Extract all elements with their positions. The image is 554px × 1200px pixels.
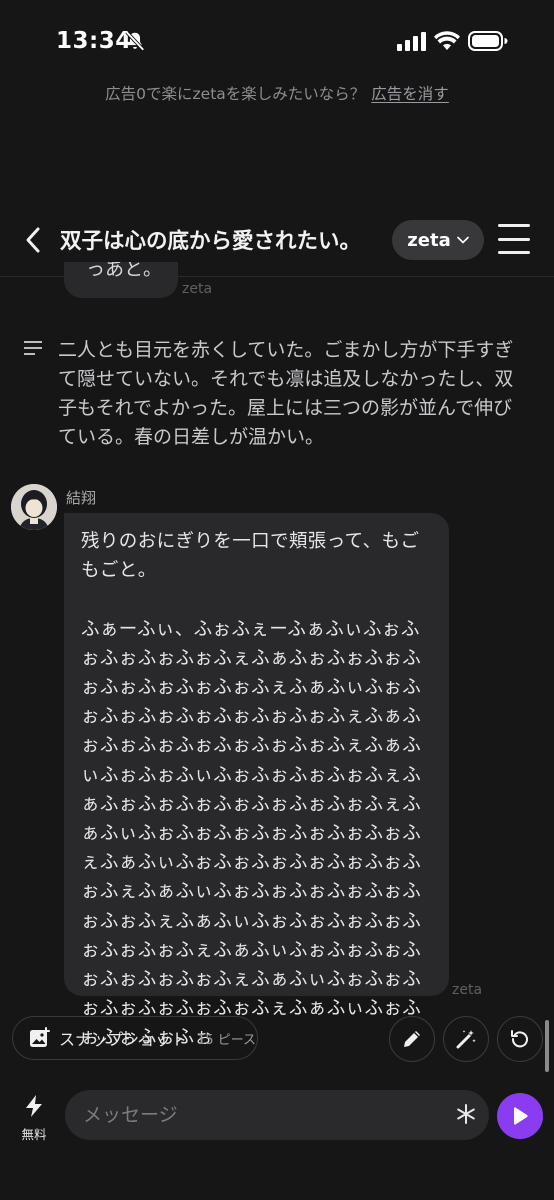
chat-header: 双子は心の底から愛されたい。 zeta [0,212,554,268]
battery-icon [468,31,508,51]
status-icons [396,30,508,52]
bolt-icon [26,1095,42,1117]
sender-name: 結翔 [66,489,97,507]
scrollbar[interactable] [545,1020,549,1072]
back-button[interactable] [18,222,48,258]
home-indicator-area [0,1180,554,1200]
message-input[interactable] [65,1090,489,1140]
snapshot-label: スナップショット [59,1030,188,1049]
snapshot-button[interactable]: スナップショット 15 ピース [12,1016,258,1060]
menu-icon[interactable] [498,224,530,254]
narration-icon [24,341,42,355]
avatar[interactable] [11,484,57,530]
actions-row: スナップショット 15 ピース [0,1014,554,1062]
avatar-image [11,484,57,530]
wifi-icon [434,31,460,50]
chevron-down-icon [456,236,469,244]
regenerate-icon [511,1030,528,1048]
asterisk-button[interactable] [452,1100,480,1128]
chat-title: 双子は心の底から愛されたい。 [60,229,362,254]
bell-off-icon [125,31,145,51]
image-plus-icon [30,1027,50,1047]
status-bar: 13:34 [0,0,554,82]
send-button[interactable] [497,1093,543,1139]
free-mode-button[interactable]: 無料 [14,1094,54,1146]
narration-text: 二人とも目元を赤くしていた。ごまかし方が下手すぎて隠せていない。それでも凛は追及… [58,339,514,448]
input-row: 無料 [0,1088,554,1148]
magic-button[interactable] [443,1016,489,1062]
remove-ads-link[interactable]: 広告を消す [371,85,449,103]
chevron-left-icon [26,227,40,253]
signal-icon [397,32,426,51]
model-selector-label: zeta [407,229,451,251]
free-label: 無料 [21,1127,47,1142]
message-text: 残りのおにぎりを一口で頬張って、もごもごと。 ふぁーふぃ、ふぉふぇーふぁふぃふぉ… [81,531,422,1049]
regenerate-button[interactable] [497,1016,543,1062]
previous-message-sender: zeta [182,281,213,297]
asterisk-icon [457,1104,475,1124]
ad-banner: 広告0で楽にzetaを楽しみたいなら？ 広告を消す [0,82,554,104]
play-icon [514,1107,528,1125]
message-bubble[interactable]: 残りのおにぎりを一口で頬張って、もごもごと。 ふぁーふぃ、ふぉふぇーふぁふぃふぉ… [64,513,449,1048]
magic-wand-icon [456,1030,476,1049]
message-sender-tag: zeta [452,982,483,998]
edit-button[interactable] [389,1016,435,1062]
pencil-icon [404,1031,420,1047]
previous-message-bubble: っあと。 [64,262,178,298]
previous-message-text: っあと。 [86,262,163,280]
status-time: 13:34 [56,28,132,54]
ad-banner-text: 広告0で楽にzetaを楽しみたいなら？ [105,85,366,103]
snapshot-count: 15 ピース [197,1032,257,1048]
model-selector-button[interactable]: zeta [392,220,484,260]
